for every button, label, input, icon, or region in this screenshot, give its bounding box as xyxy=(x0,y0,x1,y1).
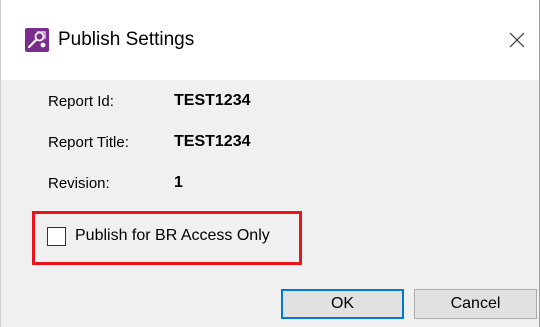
publish-settings-app-icon xyxy=(25,28,49,52)
report-id-value: TEST1234 xyxy=(174,92,251,109)
publish-settings-dialog: Publish Settings Report Id: TEST1234 Rep… xyxy=(0,0,540,327)
br-access-checkbox[interactable] xyxy=(47,227,66,246)
close-button[interactable] xyxy=(494,20,540,60)
dialog-content: Report Id: TEST1234 Report Title: TEST12… xyxy=(0,80,540,327)
report-id-label: Report Id: xyxy=(48,93,114,110)
ok-button[interactable]: OK xyxy=(281,289,404,319)
br-access-label[interactable]: Publish for BR Access Only xyxy=(75,226,270,246)
window-left-edge xyxy=(0,0,1,327)
cancel-button[interactable]: Cancel xyxy=(414,289,537,319)
dialog-title: Publish Settings xyxy=(58,29,195,50)
revision-label: Revision: xyxy=(48,175,110,192)
close-icon xyxy=(509,32,525,48)
report-title-label: Report Title: xyxy=(48,134,129,151)
dialog-titlebar: Publish Settings xyxy=(0,0,540,80)
report-title-value: TEST1234 xyxy=(174,133,251,150)
revision-value: 1 xyxy=(174,174,183,191)
